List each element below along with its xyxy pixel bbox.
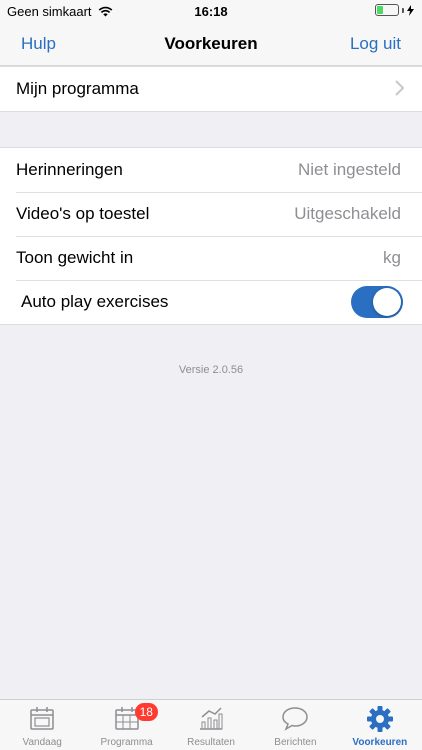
tab-label-resultaten: Resultaten	[187, 737, 235, 748]
tab-label-voorkeuren: Voorkeuren	[352, 737, 408, 748]
calendar-icon	[30, 707, 54, 730]
videos-on-device-value: Uitgeschakeld	[294, 204, 401, 223]
auto-play-label: Auto play exercises	[21, 292, 169, 311]
toggle-knob	[373, 288, 401, 316]
videos-on-device-row[interactable]: Video's op toestel Uitgeschakeld	[0, 192, 422, 236]
gear-icon	[366, 706, 393, 732]
status-bar: Geen simkaart 16:18	[0, 0, 422, 22]
tab-resultaten[interactable]: Resultaten	[169, 700, 253, 750]
logout-button[interactable]: Log uit	[350, 34, 401, 54]
weight-unit-value: kg	[383, 248, 401, 267]
my-program-label: Mijn programma	[16, 79, 139, 98]
weight-unit-row[interactable]: Toon gewicht in kg	[0, 236, 422, 280]
program-section: Mijn programma	[0, 66, 422, 112]
auto-play-toggle[interactable]	[351, 286, 403, 318]
version-label: Versie 2.0.56	[178, 364, 244, 376]
tab-label-berichten: Berichten	[274, 737, 317, 748]
chat-bubble-icon	[282, 707, 309, 731]
charging-bolt-icon	[407, 4, 414, 16]
settings-section: Herinneringen Niet ingesteld Video's op …	[0, 147, 422, 325]
auto-play-row: Auto play exercises	[0, 280, 422, 324]
clock: 16:18	[194, 4, 228, 19]
notification-badge: 18	[134, 703, 158, 721]
reminders-label: Herinneringen	[16, 160, 123, 179]
tab-label-programma: Programma	[100, 737, 153, 748]
tab-bar: Vandaag 18 Programma Resultaten Berichte…	[0, 699, 422, 750]
tab-vandaag[interactable]: Vandaag	[0, 700, 84, 750]
videos-on-device-label: Video's op toestel	[16, 204, 150, 223]
tab-berichten[interactable]: Berichten	[253, 700, 337, 750]
navigation-bar: Hulp Voorkeuren Log uit	[0, 22, 422, 66]
chart-icon	[200, 707, 223, 730]
chevron-right-icon	[395, 80, 404, 96]
reminders-value: Niet ingesteld	[297, 160, 401, 179]
tab-programma[interactable]: 18 Programma	[84, 700, 168, 750]
weight-unit-label: Toon gewicht in	[16, 248, 134, 267]
battery-icon	[375, 4, 414, 16]
tab-voorkeuren[interactable]: Voorkeuren	[338, 700, 422, 750]
my-program-row[interactable]: Mijn programma	[0, 67, 422, 111]
tab-label-vandaag: Vandaag	[22, 737, 62, 748]
reminders-row[interactable]: Herinneringen Niet ingesteld	[0, 148, 422, 192]
